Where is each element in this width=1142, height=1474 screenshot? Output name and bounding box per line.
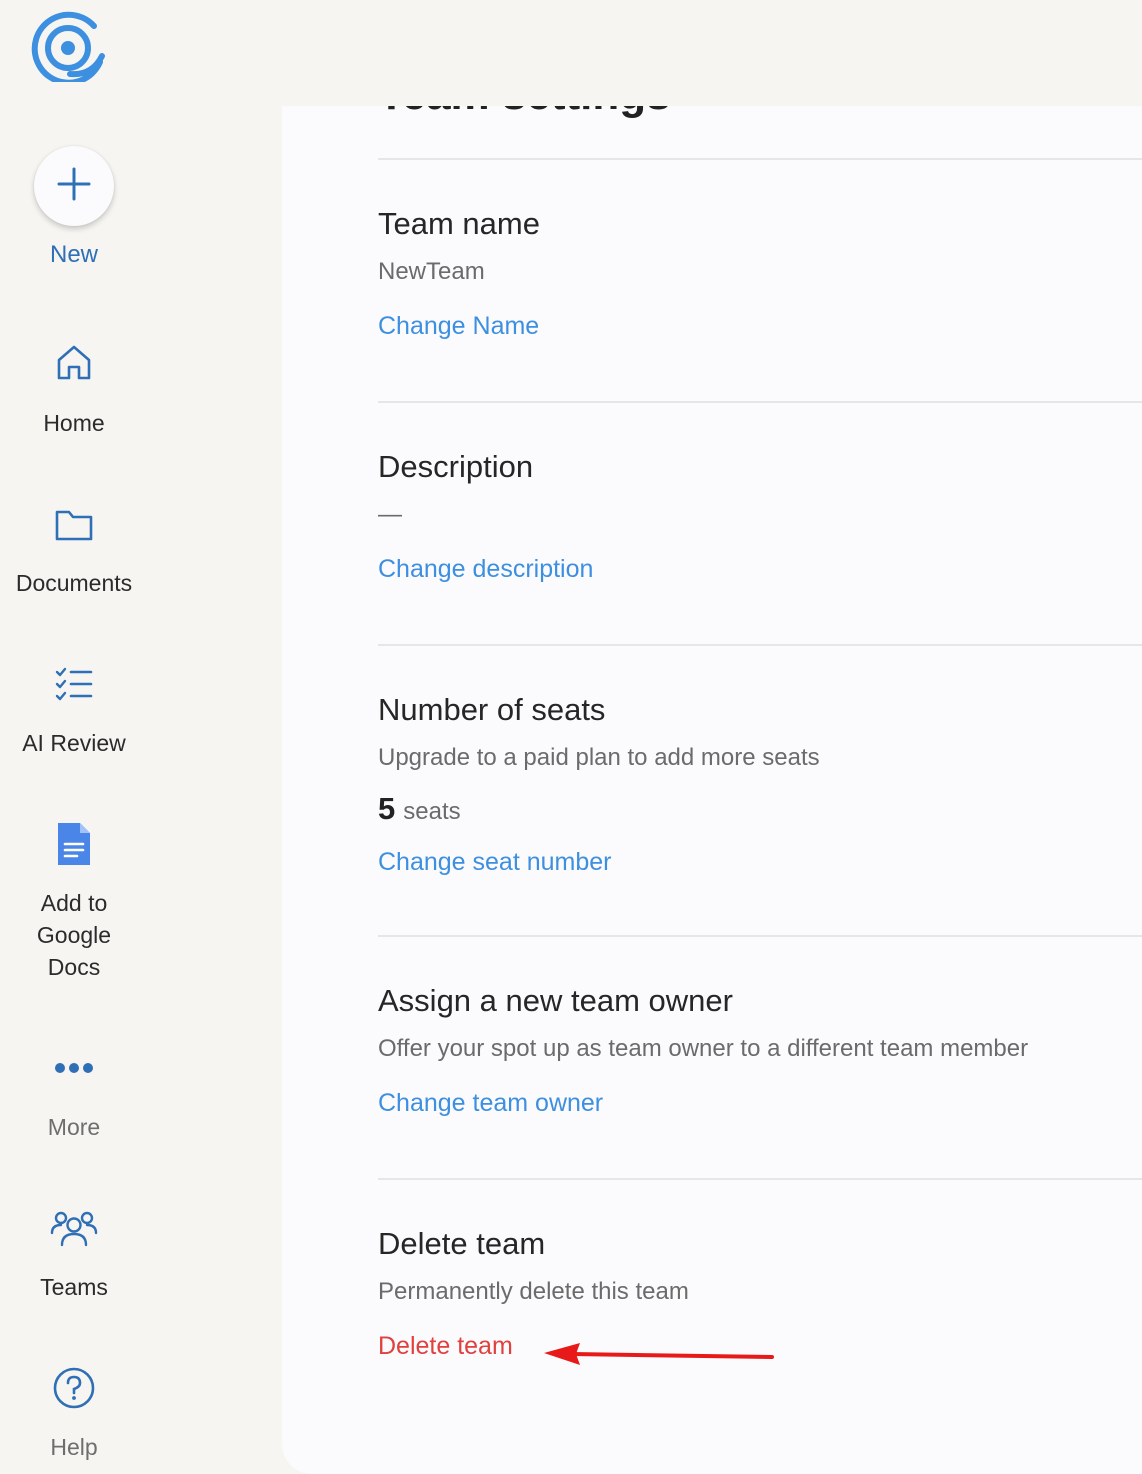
sidebar-item-help[interactable]: Help [0,1364,148,1474]
description-value: — [378,501,402,528]
seats-count: 5 [378,791,396,826]
change-description-link[interactable]: Change description [378,552,593,586]
divider [378,935,1142,937]
app-logo-icon[interactable] [30,10,108,86]
help-icon [50,1364,98,1412]
plus-icon [56,166,92,207]
sidebar-item-label: Documents [15,570,133,596]
sidebar-item-label: Home [43,410,105,436]
team-owner-text: Offer your spot up as team owner to a di… [378,1035,1029,1062]
new-button[interactable] [34,146,114,226]
divider [378,644,1142,646]
app: New Home Documents AI Review Add to Goog… [0,0,1142,1474]
section-title: Team name [378,206,540,241]
sidebar-item-teams[interactable]: Teams [0,1204,148,1314]
section-title: Number of seats [378,692,606,727]
sidebar-item-label: More [47,1114,101,1140]
home-icon [50,338,98,386]
section-title: Assign a new team owner [378,983,733,1018]
description-section: Description — Change description [378,447,1142,586]
sidebar-item-label: Add to Google Docs [36,890,112,980]
page-title: Team settings [378,106,671,120]
divider [378,401,1142,403]
checklist-icon [50,660,98,708]
settings-panel: Team settings Team name NewTeam Change N… [282,106,1142,1474]
seats-upgrade-text: Upgrade to a paid plan to add more seats [378,744,820,771]
sidebar-item-documents[interactable]: Documents [0,500,148,610]
annotation-arrow-icon [544,1343,774,1365]
sidebar-item-ai-review[interactable]: AI Review [0,660,148,770]
change-seat-number-link[interactable]: Change seat number [378,845,611,879]
sidebar-item-more[interactable]: More [0,1044,148,1154]
change-name-link[interactable]: Change Name [378,309,539,343]
sidebar-item-label: AI Review [22,730,126,756]
folder-icon [50,500,98,548]
team-name-section: Team name NewTeam Change Name [378,204,1142,343]
new-button-label[interactable]: New [0,241,148,269]
sidebar-item-home[interactable]: Home [0,338,148,448]
seats-count-line: 5 seats [378,792,1142,829]
divider [378,1178,1142,1180]
change-team-owner-link[interactable]: Change team owner [378,1086,603,1120]
teams-icon [50,1204,98,1252]
divider [378,158,1142,160]
sidebar: New Home Documents AI Review Add to Goog… [0,0,148,1474]
seats-unit: seats [403,798,461,825]
sidebar-item-google-docs[interactable]: Add to Google Docs [0,820,148,990]
sidebar-item-label: Help [50,1434,98,1460]
seats-section: Number of seats Upgrade to a paid plan t… [378,690,1142,879]
google-docs-icon [50,820,98,868]
delete-team-link[interactable]: Delete team [378,1329,513,1363]
more-dots-icon [50,1044,98,1092]
team-name-value: NewTeam [378,258,485,285]
sidebar-item-label: Teams [40,1274,108,1300]
section-title: Description [378,449,534,484]
section-title: Delete team [378,1226,546,1261]
team-owner-section: Assign a new team owner Offer your spot … [378,981,1142,1120]
delete-team-text: Permanently delete this team [378,1278,689,1305]
top-bar [148,0,1142,106]
